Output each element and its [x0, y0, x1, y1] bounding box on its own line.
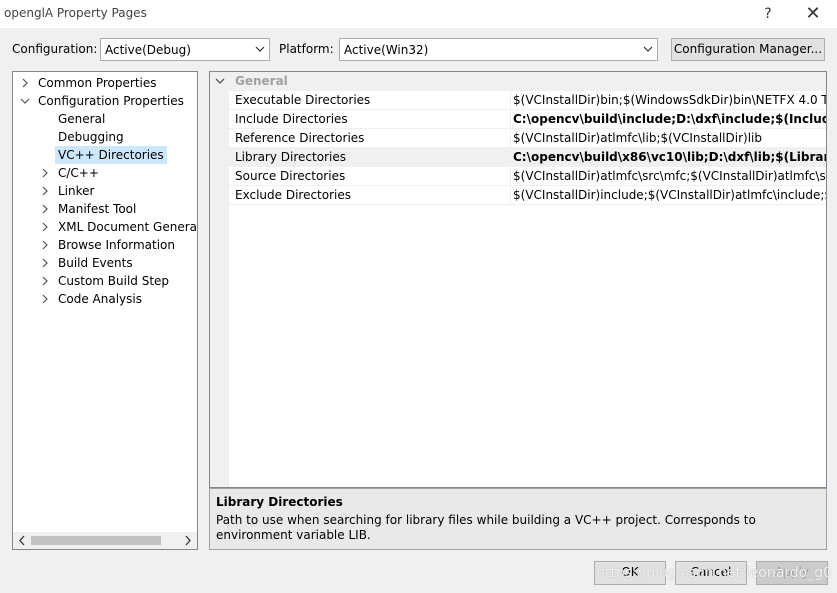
property-name: Reference Directories	[235, 131, 365, 145]
cancel-button[interactable]: Cancel	[675, 561, 747, 585]
tree-horizontal-scrollbar[interactable]	[13, 532, 197, 549]
platform-label: Platform:	[279, 42, 334, 56]
tree-item-label: Manifest Tool	[58, 202, 137, 216]
property-row-include-directories[interactable]: Include Directories C:\opencv\build\inclu…	[229, 110, 826, 129]
chevron-down-icon	[255, 46, 265, 52]
category-label: General	[235, 74, 288, 88]
property-name: Source Directories	[235, 169, 346, 183]
chevron-down-icon[interactable]	[215, 76, 225, 86]
chevron-right-icon[interactable]	[39, 272, 51, 290]
property-grid[interactable]: General Executable Directories $(VCInstal…	[209, 71, 827, 488]
chevron-right-icon[interactable]	[39, 236, 51, 254]
scroll-right-icon[interactable]	[183, 535, 193, 546]
platform-value: Active(Win32)	[344, 43, 429, 57]
property-name: Executable Directories	[235, 93, 371, 107]
description-title: Library Directories	[216, 495, 343, 509]
configuration-dropdown[interactable]: Active(Debug)	[100, 38, 270, 61]
property-tree[interactable]: Common Properties Configuration Propertie…	[12, 71, 198, 550]
configuration-value: Active(Debug)	[105, 43, 191, 57]
property-row-source-directories[interactable]: Source Directories $(VCInstallDir)atlmfc\…	[229, 167, 826, 186]
scroll-left-icon[interactable]	[17, 535, 27, 546]
tree-item-label: VC++ Directories	[55, 146, 167, 164]
chevron-right-icon[interactable]	[19, 74, 31, 92]
help-button[interactable]: ?	[745, 0, 791, 28]
tree-item-label: Linker	[58, 184, 95, 198]
chevron-right-icon[interactable]	[39, 218, 51, 236]
chevron-right-icon[interactable]	[39, 254, 51, 272]
configuration-manager-button[interactable]: Configuration Manager...	[671, 38, 825, 61]
property-value[interactable]: C:\opencv\build\include;D:\dxf\include;$…	[510, 110, 826, 129]
tree-item-label: Configuration Properties	[38, 94, 184, 108]
property-name: Include Directories	[235, 112, 348, 126]
scrollbar-thumb[interactable]	[31, 536, 161, 545]
close-button[interactable]: ✕	[790, 0, 836, 28]
property-value[interactable]: $(VCInstallDir)atlmfc\lib;$(VCInstallDir…	[510, 129, 826, 148]
property-name: Library Directories	[235, 150, 346, 164]
apply-button[interactable]: Apply	[756, 561, 828, 585]
property-value[interactable]: $(VCInstallDir)include;$(VCInstallDir)at…	[510, 186, 826, 205]
category-row-general[interactable]: General	[210, 72, 826, 91]
tree-item-label: Debugging	[58, 130, 124, 144]
title-bar: openglA Property Pages ? ✕	[0, 0, 837, 28]
tree-item-label: C/C++	[58, 166, 99, 180]
platform-dropdown[interactable]: Active(Win32)	[339, 38, 658, 61]
description-panel: Library Directories Path to use when sea…	[209, 488, 827, 550]
tree-item-label: Common Properties	[38, 76, 157, 90]
property-name: Exclude Directories	[235, 188, 351, 202]
tree-item-label: Browse Information	[58, 238, 175, 252]
window-title: openglA Property Pages	[4, 6, 147, 20]
tree-item-label: Custom Build Step	[58, 274, 170, 288]
chevron-down-icon[interactable]	[19, 92, 31, 110]
property-value[interactable]: $(VCInstallDir)bin;$(WindowsSdkDir)bin\N…	[510, 91, 826, 110]
tree-item-label: XML Document Generator	[58, 220, 198, 234]
property-row-reference-directories[interactable]: Reference Directories $(VCInstallDir)atlm…	[229, 129, 826, 148]
chevron-right-icon[interactable]	[39, 200, 51, 218]
property-row-executable-directories[interactable]: Executable Directories $(VCInstallDir)bin…	[229, 91, 826, 110]
tree-item-label: Build Events	[58, 256, 133, 270]
chevron-right-icon[interactable]	[39, 290, 51, 308]
grid-gutter	[210, 72, 229, 487]
property-value[interactable]: $(VCInstallDir)atlmfc\src\mfc;$(VCInstal…	[510, 167, 826, 186]
chevron-down-icon	[643, 46, 653, 52]
description-text: Path to use when searching for library f…	[216, 513, 756, 542]
property-row-exclude-directories[interactable]: Exclude Directories $(VCInstallDir)includ…	[229, 186, 826, 205]
property-value[interactable]: C:\opencv\build\x86\vc10\lib;D:\dxf\lib;…	[510, 148, 826, 167]
configuration-label: Configuration:	[12, 42, 98, 56]
chevron-right-icon[interactable]	[39, 164, 51, 182]
tree-item-label: Code Analysis	[58, 292, 142, 306]
tree-item-label: General	[58, 112, 106, 126]
chevron-right-icon[interactable]	[39, 182, 51, 200]
property-row-library-directories[interactable]: Library Directories C:\opencv\build\x86\v…	[229, 148, 826, 167]
ok-button[interactable]: OK	[594, 561, 666, 585]
